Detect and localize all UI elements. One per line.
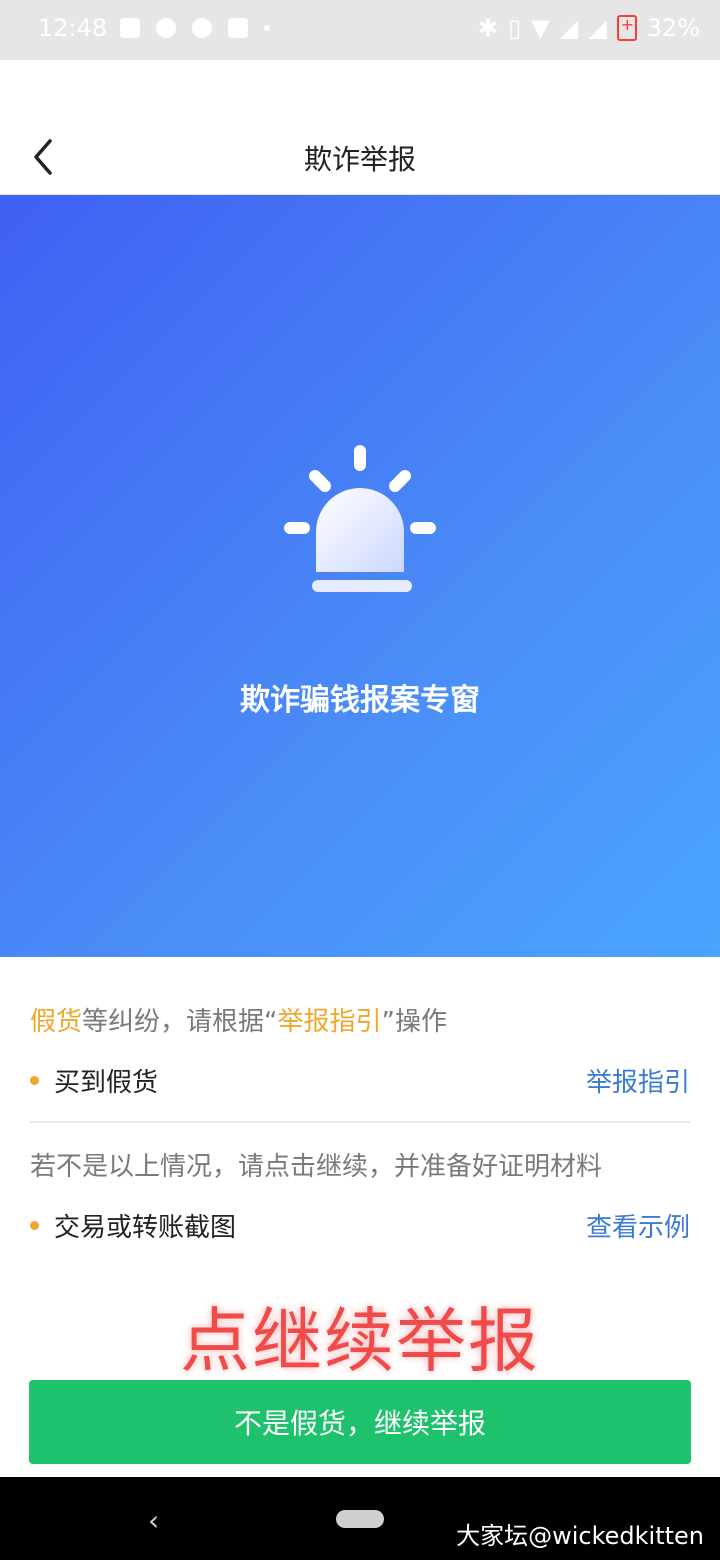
notification-icons bbox=[120, 18, 270, 38]
notice-middle: 等纠纷，请根据 bbox=[82, 1007, 265, 1037]
section-divider bbox=[30, 1121, 690, 1123]
battery-icon bbox=[616, 15, 637, 41]
wechat-icon bbox=[156, 18, 176, 38]
continue-report-button[interactable]: 不是假货，继续举报 bbox=[29, 1380, 691, 1464]
vibrate-icon: ▯ bbox=[508, 14, 522, 42]
nav-back-button[interactable]: ‹ bbox=[148, 1504, 159, 1537]
bullet-dot bbox=[30, 1221, 39, 1230]
nav-home-button[interactable] bbox=[336, 1510, 384, 1528]
bullet-dot bbox=[30, 1076, 39, 1085]
more-notifications-icon bbox=[264, 25, 270, 31]
annotation-overlay-text: 点继续举报 bbox=[180, 1300, 540, 1382]
system-icons: ✱ ▯ ▼ ◢ ◢ 32% bbox=[478, 14, 700, 42]
page-title: 欺诈举报 bbox=[303, 143, 416, 176]
quote-close: ” bbox=[381, 1007, 396, 1037]
watermark: 大家坛@wickedkitten bbox=[456, 1522, 704, 1550]
battery-percent: 32% bbox=[646, 14, 700, 42]
hero-title: 欺诈骗钱报案专窗 bbox=[240, 683, 480, 718]
notice-highlight-fake: 假货 bbox=[30, 1007, 83, 1037]
app-icon bbox=[228, 18, 248, 38]
view-example-link[interactable]: 查看示例 bbox=[586, 1207, 690, 1244]
report-guide-link[interactable]: 举报指引 bbox=[586, 1062, 690, 1099]
notice-fake-goods: 假货等纠纷，请根据“举报指引”操作 bbox=[30, 1001, 447, 1038]
gallery-icon bbox=[120, 18, 140, 38]
wifi-icon: ▼ bbox=[531, 14, 550, 42]
row-screenshot-label: 交易或转账截图 bbox=[54, 1213, 237, 1243]
notice-highlight-guide: 举报指引 bbox=[277, 1007, 382, 1037]
bluetooth-icon: ✱ bbox=[477, 14, 499, 42]
row-bought-fake-label: 买到假货 bbox=[54, 1068, 159, 1098]
notice-suffix: 操作 bbox=[395, 1007, 448, 1037]
quote-open: “ bbox=[264, 1007, 278, 1037]
wechat-icon bbox=[192, 18, 212, 38]
siren-alarm-icon bbox=[284, 445, 436, 592]
signal-icon: ◢ bbox=[588, 14, 607, 42]
status-bar: 12:48 ✱ ▯ ▼ ◢ ◢ 32% bbox=[0, 0, 720, 60]
status-time: 12:48 bbox=[38, 14, 108, 42]
signal-icon: ◢ bbox=[559, 14, 579, 42]
notice-other-cases: 若不是以上情况，请点击继续，并准备好证明材料 bbox=[30, 1152, 603, 1182]
